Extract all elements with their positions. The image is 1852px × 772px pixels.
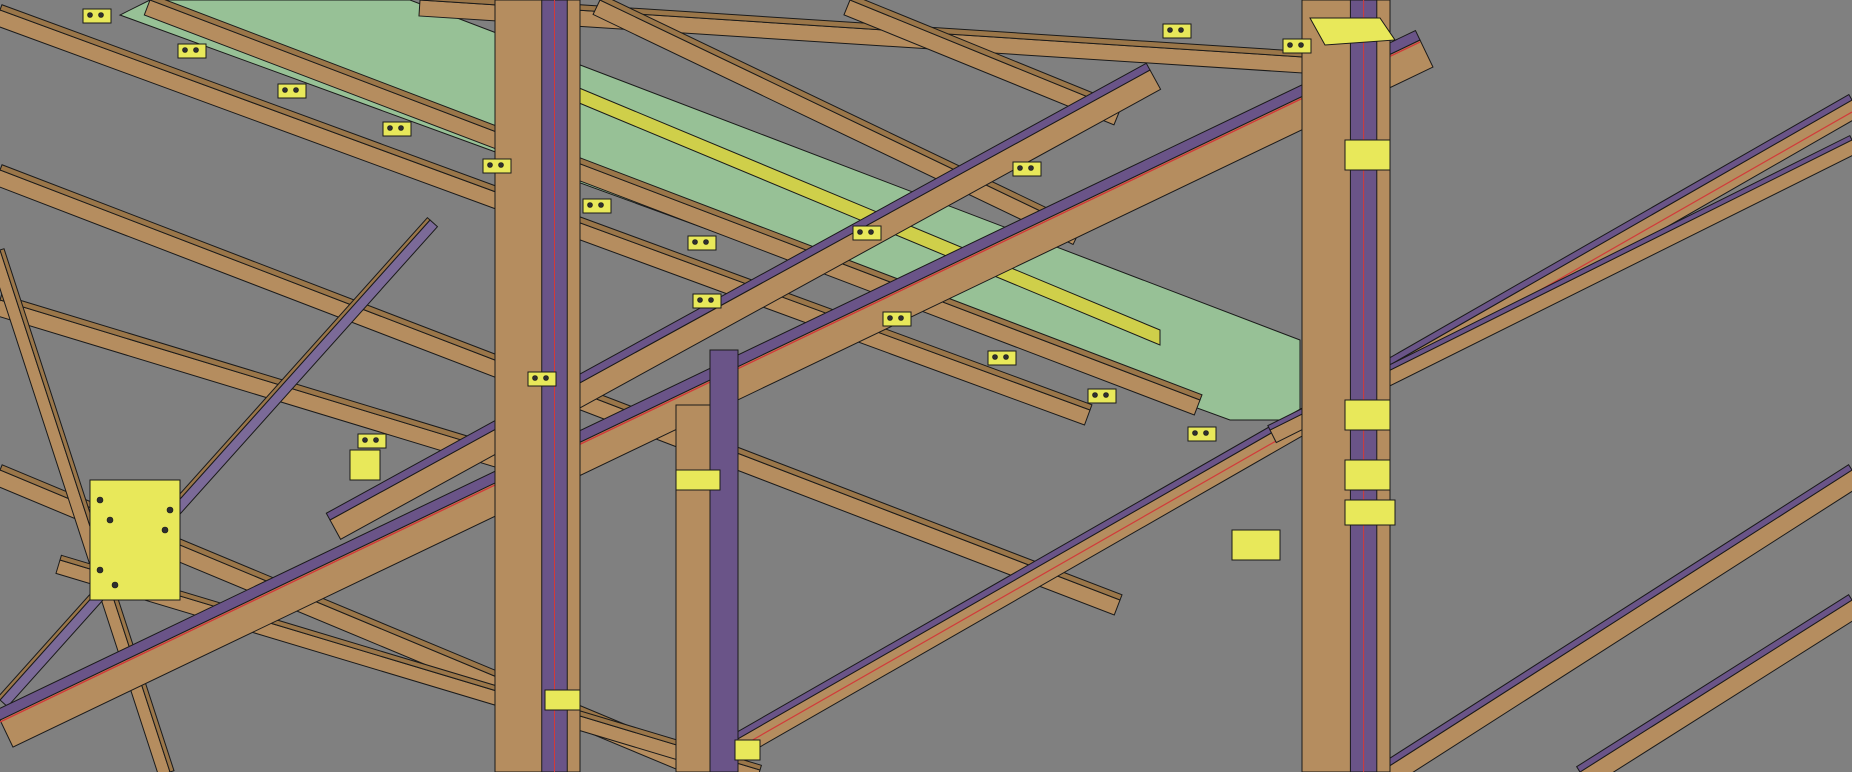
bolt-plate-11 (1162, 23, 1192, 39)
bolt-11-a (1167, 27, 1173, 33)
gusset-bolt-5 (111, 581, 119, 589)
gusset-bolt-1 (106, 516, 114, 524)
bolt-plate-13 (1012, 161, 1042, 177)
connection-plate-2 (1344, 399, 1391, 431)
connection-plate-7 (89, 479, 181, 601)
bolt-plate-9 (1087, 388, 1117, 404)
bolt-plate-14 (852, 225, 882, 241)
connection-plate-10 (734, 739, 761, 761)
bolt-6-b (703, 239, 709, 245)
connection-plate-8 (349, 449, 381, 481)
bolt-plate-6 (687, 235, 717, 251)
bolt-3-b (398, 125, 404, 131)
connection-plate-5 (1231, 529, 1281, 561)
bolt-plate-10 (1187, 426, 1217, 442)
bolt-plate-17 (357, 433, 387, 449)
bolt-plate-8 (987, 350, 1017, 366)
bolt-15-b (708, 297, 714, 303)
bolt-plate-15 (692, 293, 722, 309)
bolt-plate-2 (277, 83, 307, 99)
connection-plate-0 (1309, 17, 1396, 46)
bolt-16-b (543, 375, 549, 381)
bolt-plate-16 (527, 371, 557, 387)
bolt-plate-0 (82, 8, 112, 24)
bolt-1-a (182, 47, 188, 53)
gusset-bolt-4 (96, 566, 104, 574)
bolt-9-a (1092, 392, 1098, 398)
bolt-12-b (1298, 42, 1304, 48)
bolt-4-b (498, 162, 504, 168)
connection-plate-6 (675, 469, 721, 491)
bolt-11-b (1178, 27, 1184, 33)
gusset-bolt-0 (96, 496, 104, 504)
bolt-plate-3 (382, 121, 412, 137)
steel-frame-3d-render[interactable] (0, 0, 1852, 772)
bolt-17-b (373, 437, 379, 443)
bolt-10-a (1192, 430, 1198, 436)
bolt-plate-4 (482, 158, 512, 174)
bolt-15-a (697, 297, 703, 303)
bolt-5-b (598, 202, 604, 208)
bolt-0-a (87, 12, 93, 18)
bolt-9-b (1103, 392, 1109, 398)
beam-layer (0, 0, 1852, 772)
bolt-3-a (387, 125, 393, 131)
connection-plate-3 (1344, 459, 1391, 491)
bolt-8-b (1003, 354, 1009, 360)
bolt-16-a (532, 375, 538, 381)
girt-front-2-flange (1375, 464, 1852, 772)
connection-plate-4 (1344, 499, 1396, 526)
bolt-14-a (857, 229, 863, 235)
bolt-14-b (868, 229, 874, 235)
connection-plate-9 (544, 689, 581, 711)
bolt-13-a (1017, 165, 1023, 171)
bolt-2-a (282, 87, 288, 93)
gusset-bolt-3 (161, 526, 169, 534)
bolt-4-a (487, 162, 493, 168)
bolt-5-a (587, 202, 593, 208)
bolt-6-a (692, 239, 698, 245)
bolt-17-a (362, 437, 368, 443)
bolt-plate-5 (582, 198, 612, 214)
bolt-plate-1 (177, 43, 207, 59)
connection-plate-1 (1344, 139, 1391, 171)
model-viewport[interactable]: shaded isometric steel frame (0, 0, 1852, 772)
gusset-bolt-2 (166, 506, 174, 514)
bolt-12-a (1287, 42, 1293, 48)
stub-column-front-web (709, 349, 739, 772)
bolt-2-b (293, 87, 299, 93)
bolt-10-b (1203, 430, 1209, 436)
bolt-7-b (898, 315, 904, 321)
bolt-13-b (1028, 165, 1034, 171)
bolt-1-b (193, 47, 199, 53)
bolt-plate-7 (882, 311, 912, 327)
bolt-0-b (98, 12, 104, 18)
bolt-plate-12 (1282, 38, 1312, 54)
bolt-7-a (887, 315, 893, 321)
bolt-8-a (992, 354, 998, 360)
